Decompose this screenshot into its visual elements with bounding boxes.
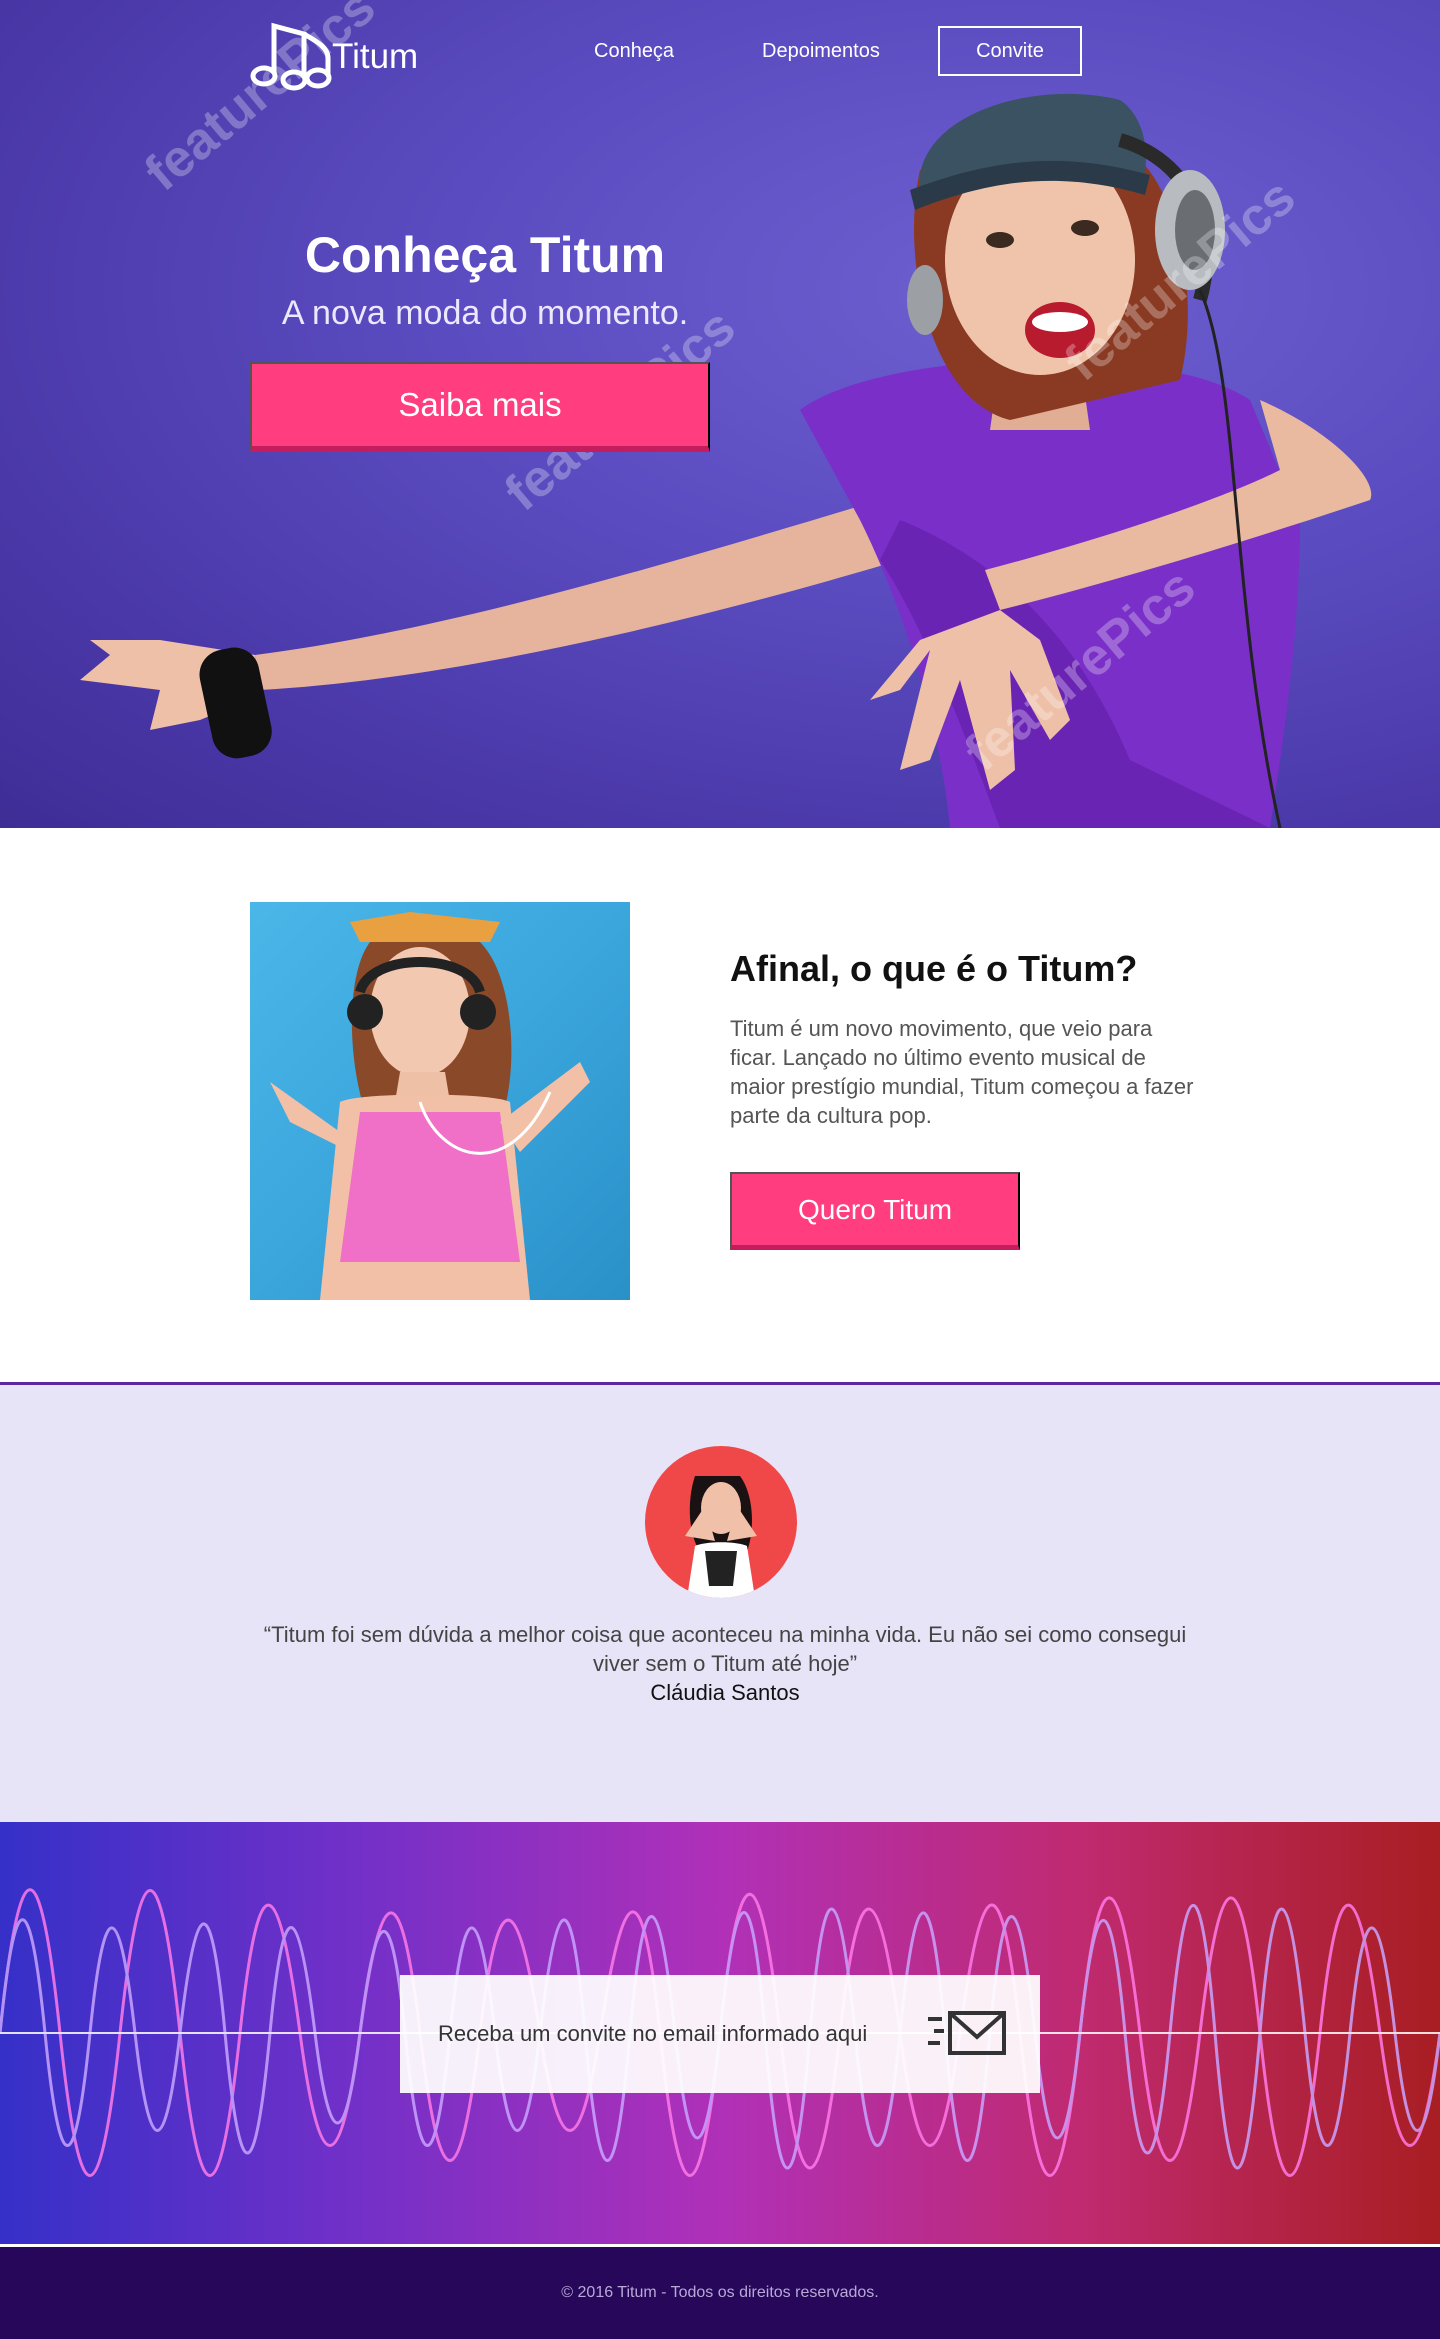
brand-name: Titum: [332, 37, 419, 76]
footer-copyright: © 2016 Titum - Todos os direitos reserva…: [561, 2284, 879, 2301]
nav-link-conheca[interactable]: Conheça: [594, 40, 674, 63]
saiba-mais-button[interactable]: Saiba mais: [250, 362, 710, 452]
avatar-image: [685, 1476, 757, 1598]
invite-email-field[interactable]: Receba um convite no email informado aqu…: [400, 1975, 1040, 2093]
testimonial-author: Cláudia Santos: [650, 1680, 800, 1705]
footer: © 2016 Titum - Todos os direitos reserva…: [0, 2247, 1440, 2339]
about-text: Titum é um novo movimento, que veio para…: [730, 1016, 1194, 1128]
hero-title: Conheça Titum: [304, 227, 666, 283]
nav-link-depoimentos[interactable]: Depoimentos: [762, 40, 880, 63]
hero-section: featurePics featurePics featurePics feat…: [0, 0, 1440, 828]
music-notes-icon: [250, 22, 332, 91]
girl-headphones-image: [270, 912, 590, 1300]
brand-logo[interactable]: Titum: [248, 18, 418, 96]
envelope-icon[interactable]: [924, 2007, 1008, 2059]
invite-text: Receba um convite no email informado aqu…: [438, 2021, 868, 2046]
testimonial-quote: “Titum foi sem dúvida a melhor coisa que…: [263, 1622, 1187, 1676]
quero-titum-button[interactable]: Quero Titum: [730, 1172, 1020, 1250]
avatar: [645, 1446, 797, 1598]
hero-subtitle: A nova moda do momento.: [281, 294, 689, 332]
nav-convite-button[interactable]: Convite: [938, 26, 1082, 76]
about-photo: [250, 902, 630, 1300]
about-title: Afinal, o que é o Titum?: [730, 948, 1138, 989]
